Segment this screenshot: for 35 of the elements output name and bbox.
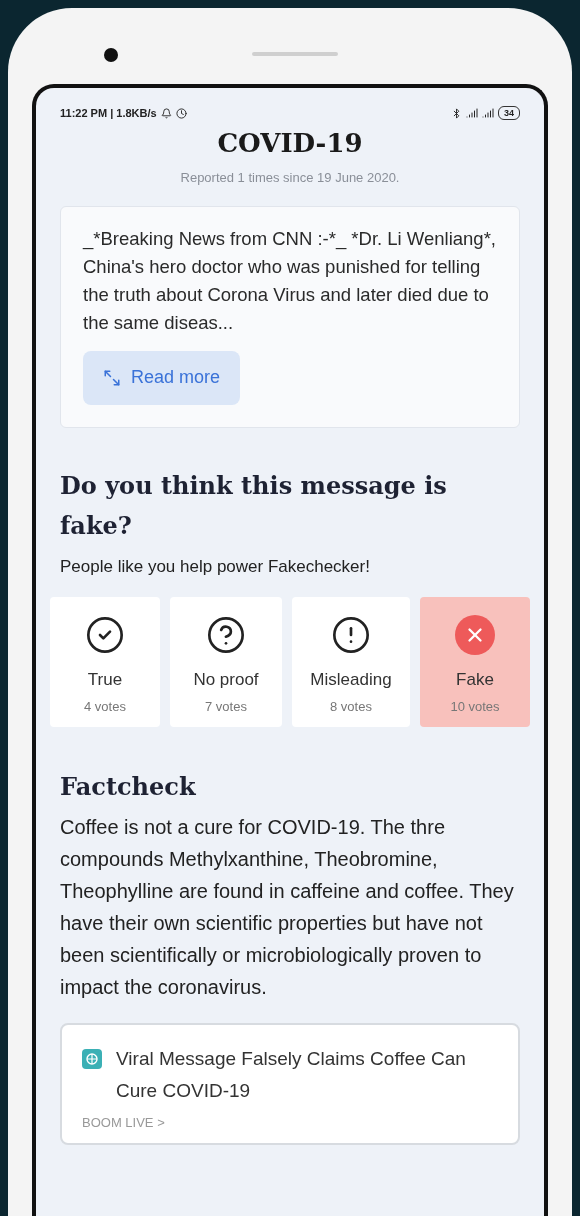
message-text: _*Breaking News from CNN :-*_ *Dr. Li Wenliang*, China's hero doctor who was punished for telling the truth about Corona Virus and later died due to the same diseas... <box>83 226 497 335</box>
vote-label: No proof <box>193 669 259 691</box>
vote-label: True <box>87 669 123 691</box>
vote-option[interactable]: Misleading 8 votes <box>292 597 410 727</box>
vote-option[interactable]: Fake 10 votes <box>420 597 530 727</box>
question-circle-icon <box>206 615 246 655</box>
status-time: 11:22 PM | 1.8KB/s <box>60 105 157 121</box>
vote-label: Misleading <box>310 669 392 691</box>
signal-icon <box>466 107 478 119</box>
bluetooth-icon <box>451 107 462 119</box>
globe-icon <box>82 1049 102 1069</box>
vote-option[interactable]: True 4 votes <box>50 597 160 727</box>
expand-icon <box>103 368 121 387</box>
notification-icon <box>160 107 172 119</box>
source-link-title: Viral Message Falsely Claims Coffee Can Cure COVID-19 <box>116 1047 467 1103</box>
factcheck-text: Coffee is not a cure for COVID-19. The thre compounds Methylxanthine, Theobromine, Theophylline are found in caffeine and coffee. They have their own scientific properties but have not been scientifically or microbiologically proven to impact the coronavirus. <box>60 815 515 1000</box>
check-circle-icon <box>85 615 125 655</box>
vote-count: 7 votes <box>205 697 247 716</box>
source-link-card[interactable]: Viral Message Falsely Claims Coffee Can Cure COVID-19 BOOM LIVE > <box>60 1023 520 1145</box>
alarm-icon <box>175 107 187 119</box>
page-title: COVID-19 <box>216 127 364 160</box>
vote-label: Fake <box>456 669 494 691</box>
source-name: BOOM LIVE > <box>82 1114 166 1132</box>
vote-count: 8 votes <box>330 697 372 716</box>
question-heading: Do you think this message is fake? <box>60 469 448 542</box>
vote-option[interactable]: No proof 7 votes <box>170 597 282 727</box>
vote-count: 10 votes <box>450 697 500 716</box>
read-more-button[interactable]: Read more <box>83 350 241 405</box>
exclamation-circle-icon <box>331 615 371 655</box>
signal-icon <box>482 107 494 119</box>
factcheck-heading: Factcheck <box>60 771 197 803</box>
battery-level: 34 <box>498 106 520 120</box>
vote-count: 4 votes <box>84 697 126 716</box>
question-subtitle: People like you help power Fakechecker! <box>60 555 371 578</box>
reported-info: Reported 1 times since 19 June 2020. <box>179 169 401 187</box>
